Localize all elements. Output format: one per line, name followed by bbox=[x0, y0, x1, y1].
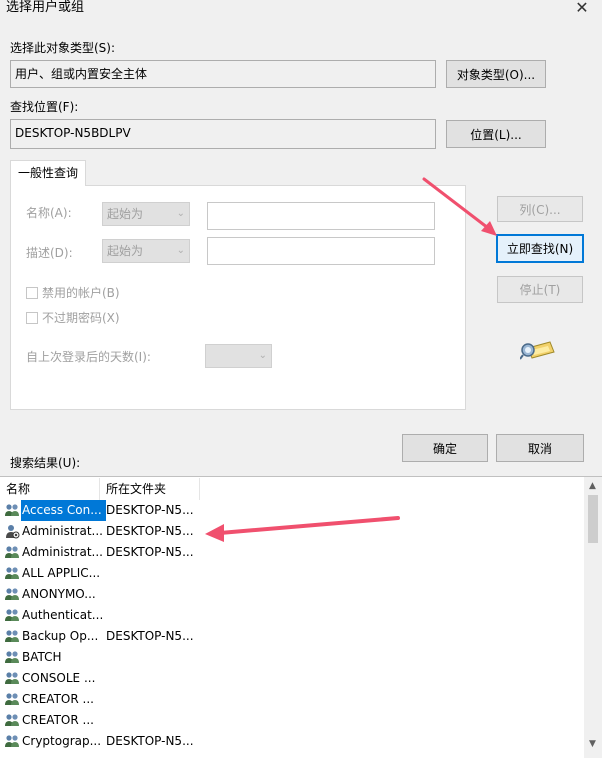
name-input[interactable] bbox=[207, 202, 435, 230]
row-name: ANONYMO... bbox=[22, 587, 96, 601]
row-name: CREATOR ... bbox=[22, 692, 94, 706]
days-since-logon-label: 自上次登录后的天数(I): bbox=[26, 350, 151, 364]
name-mode-select[interactable]: 起始为 ⌄ bbox=[102, 202, 190, 226]
description-mode-select[interactable]: 起始为 ⌄ bbox=[102, 239, 190, 263]
chevron-down-icon: ⌄ bbox=[258, 350, 267, 361]
group-icon bbox=[4, 502, 20, 522]
days-since-logon-select[interactable]: ⌄ bbox=[205, 344, 272, 368]
group-icon bbox=[4, 691, 20, 711]
results-rows: Access Con... DESKTOP-N5... Administrat...… bbox=[0, 499, 580, 758]
find-now-button[interactable]: 立即查找(N) bbox=[496, 234, 584, 263]
row-name: BATCH bbox=[22, 650, 62, 664]
name-mode-value: 起始为 bbox=[107, 207, 144, 221]
non-expiring-password-checkbox[interactable] bbox=[26, 312, 38, 324]
results-scrollbar[interactable]: ▲ ▼ bbox=[584, 477, 602, 758]
table-row[interactable]: Authenticat... bbox=[0, 605, 580, 626]
chevron-down-icon: ⌄ bbox=[176, 208, 185, 219]
ok-button[interactable]: 确定 bbox=[402, 434, 488, 462]
row-folder: DESKTOP-N5... bbox=[106, 503, 194, 517]
group-icon bbox=[4, 712, 20, 732]
location-field: DESKTOP-N5BDLPV bbox=[10, 119, 436, 149]
table-row[interactable]: Administrat... DESKTOP-N5... bbox=[0, 521, 580, 542]
row-name: Administrat... bbox=[22, 545, 103, 559]
row-folder: DESKTOP-N5... bbox=[106, 629, 194, 643]
table-row[interactable]: Backup Op... DESKTOP-N5... bbox=[0, 626, 580, 647]
scroll-down-icon[interactable]: ▼ bbox=[589, 739, 596, 749]
group-icon bbox=[4, 607, 20, 627]
table-row[interactable]: CONSOLE ... bbox=[0, 668, 580, 689]
location-label: 查找位置(F): bbox=[10, 100, 79, 114]
object-type-label: 选择此对象类型(S): bbox=[10, 41, 116, 55]
user-icon bbox=[4, 523, 20, 543]
chevron-down-icon: ⌄ bbox=[176, 245, 185, 256]
description-label: 描述(D): bbox=[26, 246, 73, 260]
row-name: Backup Op... bbox=[22, 629, 99, 643]
group-icon bbox=[4, 649, 20, 669]
search-results-label: 搜索结果(U): bbox=[10, 456, 81, 470]
columns-button[interactable]: 列(C)... bbox=[497, 196, 583, 222]
row-name: Access Con... bbox=[20, 499, 107, 522]
table-row[interactable]: Administrat... DESKTOP-N5... bbox=[0, 542, 580, 563]
cancel-button[interactable]: 取消 bbox=[496, 434, 584, 462]
non-expiring-password-label: 不过期密码(X) bbox=[42, 311, 120, 325]
search-flashlight-icon bbox=[520, 341, 555, 360]
row-folder: DESKTOP-N5... bbox=[106, 545, 194, 559]
table-row[interactable]: CREATOR ... bbox=[0, 710, 580, 731]
group-icon bbox=[4, 586, 20, 606]
table-row[interactable]: Cryptograp... DESKTOP-N5... bbox=[0, 731, 580, 752]
object-type-field: 用户、组或内置安全主体 bbox=[10, 60, 436, 88]
close-icon[interactable]: ✕ bbox=[572, 0, 592, 18]
window-title: 选择用户或组 bbox=[6, 0, 85, 15]
description-mode-value: 起始为 bbox=[107, 244, 144, 258]
table-row[interactable]: ALL APPLIC... bbox=[0, 563, 580, 584]
scroll-thumb[interactable] bbox=[588, 495, 598, 543]
row-name: Cryptograp... bbox=[22, 734, 102, 748]
name-label: 名称(A): bbox=[26, 206, 72, 220]
group-icon bbox=[4, 628, 20, 648]
stop-button[interactable]: 停止(T) bbox=[497, 276, 583, 303]
table-row[interactable]: Access Con... DESKTOP-N5... bbox=[0, 499, 580, 522]
object-types-button[interactable]: 对象类型(O)... bbox=[446, 60, 546, 88]
group-icon bbox=[4, 544, 20, 564]
table-row[interactable]: BATCH bbox=[0, 647, 580, 668]
locations-button[interactable]: 位置(L)... bbox=[446, 120, 546, 148]
group-icon bbox=[4, 733, 20, 753]
description-input[interactable] bbox=[207, 237, 435, 265]
row-name: Administrat... bbox=[22, 524, 103, 538]
group-icon bbox=[4, 670, 20, 690]
disabled-accounts-label: 禁用的帐户(B) bbox=[42, 286, 120, 300]
column-header-name[interactable]: 名称 bbox=[0, 478, 100, 500]
row-name: Authenticat... bbox=[22, 608, 104, 622]
disabled-accounts-checkbox[interactable] bbox=[26, 287, 38, 299]
table-row[interactable]: ANONYMO... bbox=[0, 584, 580, 605]
tab-general-query[interactable]: 一般性查询 bbox=[10, 160, 86, 186]
scroll-up-icon[interactable]: ▲ bbox=[589, 481, 596, 491]
group-icon bbox=[4, 565, 20, 585]
row-name: CREATOR ... bbox=[22, 713, 94, 727]
row-name: ALL APPLIC... bbox=[22, 566, 101, 580]
table-row[interactable]: CREATOR ... bbox=[0, 689, 580, 710]
row-name: CONSOLE ... bbox=[22, 671, 96, 685]
row-folder: DESKTOP-N5... bbox=[106, 734, 194, 748]
row-folder: DESKTOP-N5... bbox=[106, 524, 194, 538]
column-header-folder[interactable]: 所在文件夹 bbox=[100, 478, 200, 500]
